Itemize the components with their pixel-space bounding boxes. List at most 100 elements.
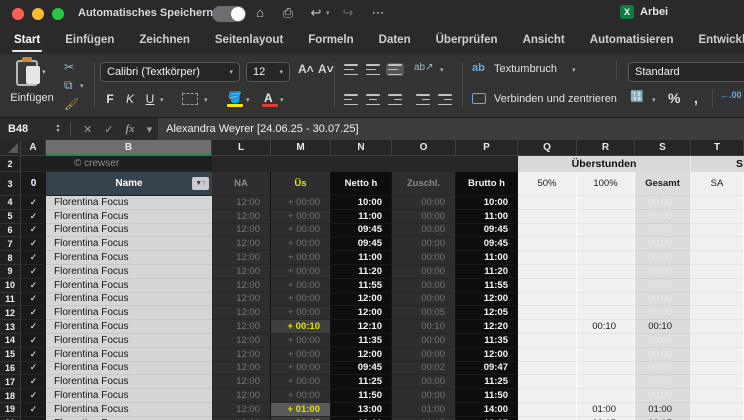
header-cell-sa[interactable]: SA — [691, 172, 744, 196]
formula-bar-chevron-icon[interactable]: ▾ — [147, 123, 153, 136]
select-all-corner[interactable] — [0, 140, 21, 156]
merge-center-button[interactable]: Verbinden und zentrieren — [494, 93, 617, 105]
column-header-O[interactable]: O — [392, 140, 456, 156]
checkmark-cell[interactable]: ✓ — [21, 196, 46, 210]
right-partial-merged-header[interactable]: S — [691, 156, 744, 172]
zuschl-cell[interactable]: 00:00 — [392, 251, 456, 265]
column-header-N[interactable]: N — [331, 140, 392, 156]
overtime-50-cell[interactable] — [518, 264, 577, 279]
checkmark-cell[interactable]: ✓ — [21, 237, 46, 252]
zuschl-cell[interactable]: 00:10 — [392, 320, 456, 334]
checkmark-cell[interactable]: ✓ — [21, 264, 46, 279]
na-cell[interactable]: 12:00 — [212, 278, 271, 293]
tab-start[interactable]: Start — [11, 34, 43, 52]
bold-button[interactable]: F — [102, 92, 118, 106]
na-cell[interactable]: 12:00 — [212, 209, 271, 224]
netto-cell[interactable]: 11:20 — [331, 264, 392, 279]
cell-N2[interactable] — [331, 156, 392, 172]
us-cell[interactable]: + 00:00 — [271, 278, 331, 293]
overtime-50-cell[interactable] — [518, 209, 577, 224]
header-cell-netto[interactable]: Netto h — [331, 172, 392, 196]
number-format-select[interactable]: Standard — [628, 62, 744, 82]
ueberstunden-merged-header[interactable]: Überstunden — [518, 156, 691, 172]
overtime-100-cell[interactable] — [577, 333, 635, 348]
overtime-50-cell[interactable] — [518, 389, 577, 403]
brutto-cell[interactable]: 11:35 — [456, 333, 518, 348]
zuschl-cell[interactable]: 00:00 — [392, 223, 456, 238]
na-cell[interactable]: 12:00 — [212, 196, 271, 210]
checkmark-cell[interactable]: ✓ — [21, 209, 46, 224]
us-cell[interactable]: + 00:00 — [271, 361, 331, 376]
brutto-cell[interactable]: 11:25 — [456, 375, 518, 390]
zuschl-cell[interactable]: 00:00 — [392, 375, 456, 390]
overtime-100-cell[interactable] — [577, 306, 635, 321]
font-size-select[interactable]: 12 ▾ — [246, 62, 290, 82]
na-cell[interactable]: 12:00 — [212, 223, 271, 238]
gesamt-cell[interactable]: 00:00 — [635, 237, 691, 252]
sa-cell[interactable] — [691, 306, 744, 321]
na-cell[interactable]: 12:00 — [212, 361, 271, 376]
checkmark-cell[interactable]: ✓ — [21, 251, 46, 265]
overtime-100-cell[interactable] — [577, 237, 635, 252]
orientation-chevron-icon[interactable]: ▾ — [440, 66, 444, 74]
format-painter-icon[interactable]: 🖌 — [64, 97, 79, 111]
row-header[interactable]: 9 — [0, 264, 21, 279]
gesamt-cell[interactable]: 00:00 — [635, 292, 691, 307]
name-cell[interactable]: Florentina Focus — [46, 347, 212, 362]
checkmark-cell[interactable]: ✓ — [21, 320, 46, 334]
fill-color-chevron-icon[interactable]: ▾ — [246, 96, 250, 104]
overtime-100-cell[interactable] — [577, 389, 635, 403]
checkmark-cell[interactable]: ✓ — [21, 292, 46, 307]
us-cell[interactable]: + 00:00 — [271, 389, 331, 403]
zuschl-cell[interactable]: 00:00 — [392, 347, 456, 362]
overtime-50-cell[interactable] — [518, 223, 577, 238]
netto-cell[interactable]: 09:45 — [331, 361, 392, 376]
overtime-50-cell[interactable] — [518, 375, 577, 390]
column-header-R[interactable]: R — [577, 140, 635, 156]
brutto-cell[interactable]: 10:00 — [456, 196, 518, 210]
paste-chevron-icon[interactable]: ▾ — [42, 68, 46, 76]
column-header-P[interactable]: P — [456, 140, 518, 156]
undo-chevron-icon[interactable]: ▾ — [326, 9, 330, 17]
checkmark-cell[interactable]: ✓ — [21, 333, 46, 348]
sa-cell[interactable] — [691, 196, 744, 210]
font-name-select[interactable]: Calibri (Textkörper) ▾ — [100, 62, 240, 82]
netto-cell[interactable]: 13:00 — [331, 402, 392, 417]
netto-cell[interactable]: 11:00 — [331, 209, 392, 224]
na-cell[interactable]: 12:00 — [212, 264, 271, 279]
netto-cell[interactable]: 10:00 — [331, 196, 392, 210]
more-toolbar-icon[interactable]: ⋯ — [368, 5, 388, 21]
brutto-cell[interactable]: 12:20 — [456, 320, 518, 334]
name-cell[interactable]: Florentina Focus — [46, 375, 212, 390]
sa-cell[interactable] — [691, 292, 744, 307]
row-header[interactable]: 14 — [0, 333, 21, 348]
header-cell-zuschl[interactable]: Zuschl. — [392, 172, 456, 196]
align-left-icon[interactable] — [342, 93, 360, 106]
cut-icon[interactable]: ✂ — [64, 60, 74, 74]
checkmark-cell[interactable]: ✓ — [21, 361, 46, 376]
sa-cell[interactable] — [691, 333, 744, 348]
row-header[interactable]: 15 — [0, 347, 21, 362]
overtime-50-cell[interactable] — [518, 278, 577, 293]
borders-icon[interactable] — [182, 93, 198, 105]
overtime-100-cell[interactable] — [577, 223, 635, 238]
sa-cell[interactable] — [691, 278, 744, 293]
accounting-format-icon[interactable]: 🔢 — [630, 90, 644, 103]
zuschl-cell[interactable]: 00:00 — [392, 209, 456, 224]
gesamt-cell[interactable]: 00:00 — [635, 223, 691, 238]
italic-button[interactable]: K — [122, 92, 138, 106]
sa-cell[interactable] — [691, 264, 744, 279]
zuschl-cell[interactable]: 00:00 — [392, 333, 456, 348]
zuschl-cell[interactable]: 00:00 — [392, 264, 456, 279]
checkmark-cell[interactable]: ✓ — [21, 347, 46, 362]
checkmark-cell[interactable]: ✓ — [21, 223, 46, 238]
overtime-100-cell[interactable] — [577, 347, 635, 362]
brutto-cell[interactable]: 11:00 — [456, 209, 518, 224]
checkmark-cell[interactable]: ✓ — [21, 306, 46, 321]
sa-cell[interactable] — [691, 223, 744, 238]
cell-P2[interactable] — [456, 156, 518, 172]
gesamt-cell[interactable]: 00:00 — [635, 389, 691, 403]
tab-entwickler[interactable]: Entwickler — [698, 34, 744, 48]
column-header-L[interactable]: L — [212, 140, 271, 156]
cell-O2[interactable] — [392, 156, 456, 172]
